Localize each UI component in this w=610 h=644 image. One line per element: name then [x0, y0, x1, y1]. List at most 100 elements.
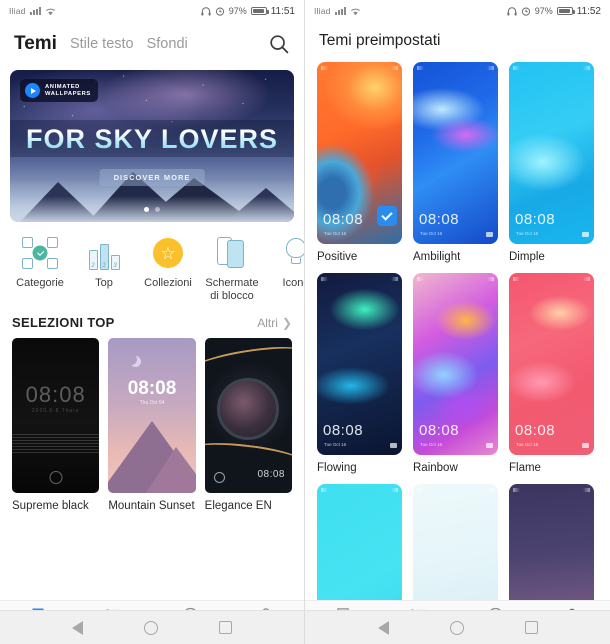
- banner-title: FOR SKY LOVERS: [10, 124, 294, 155]
- thumb-status-right: [391, 277, 398, 281]
- list-item[interactable]: 08:08 Tue Oct 16 Ambilight: [413, 62, 498, 263]
- thumb-status-right: [487, 277, 494, 281]
- thumb-status-left: [417, 66, 424, 70]
- thumb-date: Thu Oct 04: [139, 400, 165, 406]
- list-item[interactable]: [317, 484, 402, 600]
- thumb-battery-icon: [582, 232, 589, 237]
- dual-screenshot-container: Iliad 97% 11:51 Temi Stile testo Sfondi …: [0, 0, 610, 644]
- moon-icon: [126, 354, 137, 365]
- preset-themes-header: Temi preimpostati: [305, 22, 610, 60]
- banner-pagination-dots[interactable]: [144, 207, 160, 212]
- thumb-status-left: [417, 277, 424, 281]
- category-shortcut-top[interactable]: 213 Top: [72, 236, 136, 303]
- thumb-decoration: [145, 447, 196, 493]
- thumb-status-right: [487, 66, 494, 70]
- theme-thumbnail[interactable]: 08:08 Tue Oct 16: [509, 62, 594, 244]
- list-item[interactable]: 08:08 Thu Oct 04 Mountain Sunset: [108, 338, 196, 512]
- more-link[interactable]: Altri: [257, 316, 278, 330]
- status-bar-right: Iliad 97% 11:52: [305, 0, 610, 22]
- category-shortcut-icone[interactable]: Icone: [264, 236, 304, 303]
- thumb-clock: 08:08: [419, 211, 460, 228]
- carrier-label: Iliad: [9, 6, 26, 16]
- home-circle-icon[interactable]: [143, 620, 158, 635]
- signal-bars-icon: [334, 7, 346, 15]
- chevron-right-icon[interactable]: ❯: [282, 316, 292, 330]
- thumb-date: Tue Oct 16: [324, 442, 347, 447]
- theme-thumbnail[interactable]: 08:08 2020.6.8 Thurs: [12, 338, 100, 493]
- headphones-icon: [201, 6, 211, 16]
- android-system-nav-left: [0, 610, 304, 644]
- wifi-icon: [350, 8, 360, 15]
- category-shortcut-categorie[interactable]: Categorie: [8, 236, 72, 303]
- theme-name: Ambilight: [413, 251, 461, 263]
- thumb-clock: 08:08: [323, 211, 364, 228]
- page-title: Temi preimpostati: [319, 32, 441, 49]
- category-shortcut-lockscreen[interactable]: Schermate di blocco: [200, 236, 264, 303]
- theme-thumbnail[interactable]: 08:08 Thu Oct 04: [108, 338, 196, 493]
- thumb-status-right: [583, 488, 590, 492]
- thumb-date: 2020.6.8 Thurs: [31, 408, 80, 414]
- list-item[interactable]: 08:08 Tue Oct 16 Dimple: [509, 62, 594, 263]
- theme-thumbnail[interactable]: [509, 484, 594, 600]
- theme-thumbnail[interactable]: 08:08 Tue Oct 16: [317, 62, 402, 244]
- thumb-date: Tue Oct 16: [420, 231, 443, 236]
- theme-thumbnail[interactable]: 08:08 Tue Oct 16: [413, 62, 498, 244]
- recents-square-icon[interactable]: [218, 621, 232, 634]
- list-item[interactable]: 08:08 Elegance EN: [204, 338, 292, 512]
- tab-text-style[interactable]: Stile testo: [70, 36, 134, 52]
- back-triangle-icon[interactable]: [377, 620, 389, 635]
- right-phone-screen: Iliad 97% 11:52 Temi preimpostati 08:08 …: [305, 0, 610, 644]
- thumb-clock: 08:08: [257, 469, 285, 480]
- list-item[interactable]: 08:08 Tue Oct 16 Positive: [317, 62, 402, 263]
- left-phone-screen: Iliad 97% 11:51 Temi Stile testo Sfondi …: [0, 0, 305, 644]
- list-item[interactable]: 08:08 2020.6.8 Thurs Supreme black: [12, 338, 100, 512]
- lock-icon: [213, 472, 225, 483]
- theme-thumbnail[interactable]: 08:08: [204, 338, 292, 493]
- status-bar-left-group: Iliad: [9, 6, 56, 16]
- thumb-clock: 08:08: [419, 422, 460, 439]
- search-icon[interactable]: [268, 33, 290, 55]
- list-item[interactable]: 08:08 Tue Oct 16 Flame: [509, 273, 594, 474]
- recents-square-icon[interactable]: [524, 621, 538, 634]
- promo-banner[interactable]: ANIMATED WALLPAPERS FOR SKY LOVERS DISCO…: [10, 70, 294, 222]
- thumb-clock: 08:08: [25, 382, 86, 407]
- category-shortcut-collezioni[interactable]: ☆ Collezioni: [136, 236, 200, 303]
- category-label: Collezioni: [144, 277, 192, 289]
- badge-line-1: ANIMATED: [45, 83, 80, 90]
- category-label: Top: [95, 277, 113, 289]
- clock-label: 11:52: [576, 5, 601, 17]
- selezioni-top-list: 08:08 2020.6.8 Thurs Supreme black 08:08…: [0, 334, 304, 512]
- theme-thumbnail[interactable]: [317, 484, 402, 600]
- category-shortcut-row: Categorie 213 Top ☆ Collezioni Schermate…: [0, 222, 304, 309]
- list-item[interactable]: [509, 484, 594, 600]
- theme-thumbnail[interactable]: [413, 484, 498, 600]
- theme-name: Rainbow: [413, 462, 458, 474]
- theme-thumbnail[interactable]: 08:08 Tue Oct 16: [413, 273, 498, 455]
- theme-name: Elegance EN: [204, 500, 272, 512]
- thumb-status-right: [583, 66, 590, 70]
- list-item[interactable]: 08:08 Tue Oct 16 Flowing: [317, 273, 402, 474]
- battery-icon: [250, 7, 269, 15]
- list-item[interactable]: [413, 484, 498, 600]
- back-triangle-icon[interactable]: [72, 620, 84, 635]
- badge-line-2: WALLPAPERS: [45, 90, 91, 97]
- battery-percent-label: 97%: [228, 6, 247, 16]
- banner-dot[interactable]: [155, 207, 160, 212]
- theme-thumbnail[interactable]: 08:08 Tue Oct 16: [509, 273, 594, 455]
- home-circle-icon[interactable]: [449, 620, 464, 635]
- theme-name: Mountain Sunset: [108, 500, 195, 512]
- thumb-status-left: [417, 488, 424, 492]
- thumb-battery-icon: [486, 232, 493, 237]
- discover-more-button[interactable]: DISCOVER MORE: [99, 169, 205, 186]
- signal-bars-icon: [29, 7, 41, 15]
- thumb-status-left: [321, 488, 328, 492]
- right-content-scroll[interactable]: 08:08 Tue Oct 16 Positive 08:08 Tue Oct …: [305, 60, 610, 600]
- tab-wallpapers[interactable]: Sfondi: [147, 36, 188, 52]
- selected-check-badge: [377, 206, 397, 226]
- theme-thumbnail[interactable]: 08:08 Tue Oct 16: [317, 273, 402, 455]
- left-content-scroll[interactable]: ANIMATED WALLPAPERS FOR SKY LOVERS DISCO…: [0, 66, 304, 600]
- theme-name: Flame: [509, 462, 541, 474]
- list-item[interactable]: 08:08 Tue Oct 16 Rainbow: [413, 273, 498, 474]
- banner-dot-active[interactable]: [144, 207, 149, 212]
- thumb-status-left: [513, 488, 520, 492]
